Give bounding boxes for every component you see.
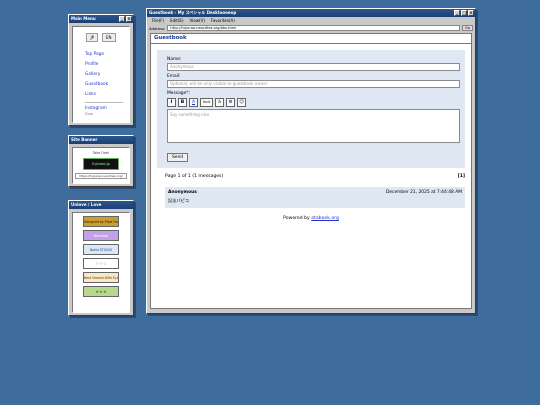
- guestbook-window: Guestbook - My スペシャル Desktoooeop _ □ × F…: [146, 8, 476, 314]
- emoji-icon[interactable]: ☺: [237, 98, 246, 107]
- powered-by: Powered by atabook.org: [151, 216, 471, 221]
- go-button[interactable]: Go: [462, 25, 473, 31]
- lang-jp-button[interactable]: JP: [86, 33, 99, 42]
- email-input[interactable]: Optional, will be only visible to guestb…: [167, 80, 460, 88]
- entry-message: 記念パピコ: [168, 198, 189, 203]
- site-banner-titlebar[interactable]: Site Banner: [69, 136, 133, 144]
- atabook-link[interactable]: atabook.org: [311, 216, 339, 221]
- unlove-window: Unlove / Love Designed by Pixel Font Neo…: [68, 200, 134, 316]
- powered-prefix: Powered by: [283, 216, 310, 221]
- badge-neocities[interactable]: Neocities: [83, 230, 119, 241]
- italic-icon[interactable]: I: [167, 98, 176, 107]
- address-input[interactable]: http://fujiurao.neocities.org/bbs.html: [167, 25, 461, 31]
- menu-item-links[interactable]: Links: [85, 90, 129, 100]
- entry-date: December 21, 2025 at 7:44:48 AM: [385, 190, 462, 195]
- accent-icon[interactable]: à: [215, 98, 224, 107]
- maximize-icon[interactable]: □: [461, 10, 467, 16]
- guestbook-window-title: Guestbook - My スペシャル Desktoooeop: [149, 10, 237, 15]
- take-one-label: Take One!: [92, 151, 110, 155]
- menu-item-instagram[interactable]: Instagram: [85, 105, 129, 112]
- unlove-title: Unlove / Love: [71, 202, 102, 207]
- site-banner-title: Site Banner: [71, 137, 98, 142]
- guestbook-form: Name: Anonymous Email: Optional, will be…: [157, 50, 465, 168]
- name-label: Name:: [167, 57, 182, 62]
- address-label: Address:: [149, 25, 166, 31]
- menu-item-top-page[interactable]: Top Page: [85, 50, 129, 60]
- minimize-icon[interactable]: _: [454, 10, 460, 16]
- page-header: Guestbook: [150, 33, 472, 43]
- main-menu-titlebar[interactable]: Main Menu _ ×: [69, 15, 133, 23]
- site-banner-window: Site Banner Take One! fujiurao.jp https:…: [68, 135, 134, 187]
- page-summary: Page 1 of 1 (1 messages): [165, 174, 224, 179]
- menu-item-guestbook[interactable]: Guestbook: [85, 80, 129, 90]
- menu-edit[interactable]: Edit(E): [170, 17, 183, 24]
- instagram-sub-label: Dum: [85, 112, 94, 116]
- close-icon[interactable]: ×: [126, 16, 132, 22]
- site-banner-image[interactable]: fujiurao.jp: [83, 158, 119, 170]
- bold-icon[interactable]: B: [178, 98, 187, 107]
- email-label: Email:: [167, 74, 181, 79]
- message-label: Message*:: [167, 91, 190, 96]
- menu-view[interactable]: View(V): [190, 17, 205, 24]
- entry-author: Anonymous: [168, 190, 197, 195]
- main-menu-window: Main Menu _ × JP EN Top Page Profile Gal…: [68, 14, 134, 126]
- menu-file[interactable]: File(F): [152, 17, 164, 24]
- minimize-icon[interactable]: _: [119, 16, 125, 22]
- color-icon[interactable]: A: [189, 98, 198, 107]
- menu-divider: [85, 102, 123, 103]
- banner-url-field[interactable]: https://fujiurao.neocities.org/: [75, 173, 127, 179]
- address-bar: Address: http://fujiurao.neocities.org/b…: [147, 24, 475, 32]
- guestbook-content: Name: Anonymous Email: Optional, will be…: [150, 43, 472, 309]
- send-button[interactable]: Send: [167, 153, 189, 162]
- guestbook-titlebar[interactable]: Guestbook - My スペシャル Desktoooeop _ □ ×: [147, 9, 475, 17]
- badge-hearts[interactable]: ♡ ♡ ♡: [83, 258, 119, 269]
- lang-en-button[interactable]: EN: [102, 33, 116, 42]
- menu-favorites[interactable]: Favorites(A): [211, 17, 235, 24]
- guestbook-entry: Anonymous December 21, 2025 at 7:44:48 A…: [165, 187, 465, 208]
- menubar: File(F) Edit(E) View(V) Favorites(A): [147, 17, 475, 24]
- badge-studio[interactable]: Nokia STUDIO: [83, 244, 119, 255]
- font-icon[interactable]: font: [200, 98, 213, 107]
- unlove-titlebar[interactable]: Unlove / Love: [69, 201, 133, 209]
- name-input[interactable]: Anonymous: [167, 63, 460, 71]
- message-textarea[interactable]: Say something nice: [167, 109, 460, 143]
- badge-best-viewed[interactable]: Best Viewed With Eyes: [83, 272, 119, 283]
- image-icon[interactable]: ⚙: [226, 98, 235, 107]
- menu-item-profile[interactable]: Profile: [85, 60, 129, 70]
- badge-clover[interactable]: ☘ ☘ ☘: [83, 286, 119, 297]
- pagination: Page 1 of 1 (1 messages) [1]: [165, 174, 465, 179]
- badge-designed-by[interactable]: Designed by Pixel Font: [83, 216, 119, 227]
- close-icon[interactable]: ×: [468, 10, 474, 16]
- main-menu-title: Main Menu: [71, 16, 96, 21]
- page-link-1[interactable]: [1]: [458, 174, 465, 179]
- format-toolbar: I B A font à ⚙ ☺: [167, 98, 461, 107]
- menu-item-gallery[interactable]: Gallery: [85, 70, 129, 80]
- page-title: Guestbook: [154, 35, 187, 41]
